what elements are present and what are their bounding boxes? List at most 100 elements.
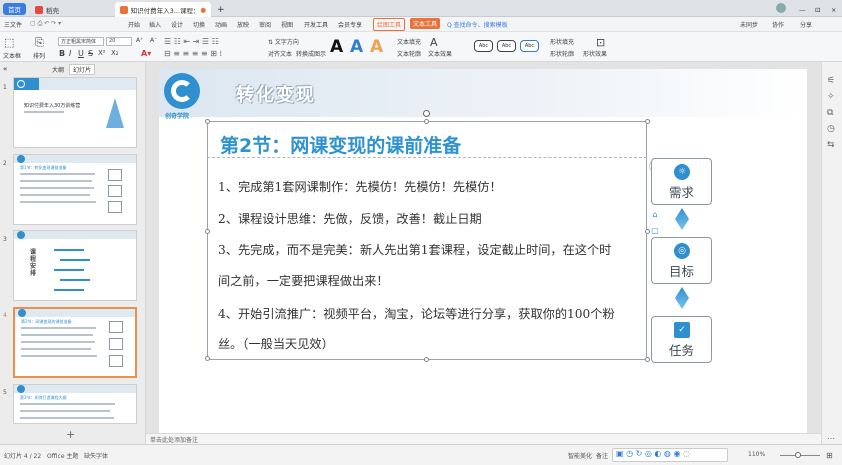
new-tab-button[interactable]: +: [212, 2, 230, 17]
text-direction-button[interactable]: ⇅ 文字方向: [268, 37, 299, 46]
text-effect-icon[interactable]: A: [430, 36, 438, 49]
close-tab-icon[interactable]: ●: [200, 6, 206, 14]
side-box-goal[interactable]: ◎ 目标: [651, 237, 712, 284]
lesson-title[interactable]: 第2节：网课变现的课前准备: [220, 131, 461, 158]
missing-font-button[interactable]: 缺失字体: [84, 451, 108, 460]
shape-outline-button[interactable]: 形状轮廓: [550, 49, 574, 58]
strikethrough-button[interactable]: S: [88, 49, 93, 58]
text-outline-button[interactable]: 文本轮廓: [397, 49, 421, 58]
menu-item-slideshow[interactable]: 放映: [237, 20, 249, 29]
collaborate-button[interactable]: 协作: [772, 20, 784, 29]
more-icon[interactable]: …: [827, 432, 835, 441]
font-shrink-button[interactable]: A⁻: [150, 37, 157, 44]
collapse-panel-button[interactable]: «: [3, 65, 7, 73]
text-style-blue[interactable]: A: [350, 37, 363, 57]
menu-item-view[interactable]: 视图: [281, 20, 293, 29]
text-style-orange[interactable]: A: [370, 37, 383, 57]
side-box-need[interactable]: ☼ 需求: [651, 158, 712, 205]
template-tab[interactable]: 稻壳: [30, 2, 64, 17]
rotate-handle[interactable]: [423, 110, 430, 117]
menu-item-insert[interactable]: 插入: [149, 20, 161, 29]
slide-thumb-5[interactable]: 第3节：如何打造课程大纲: [13, 384, 137, 424]
slide-thumb-4[interactable]: 第2节：网课变现的课前准备: [13, 307, 137, 378]
text-tool-tab[interactable]: 文本工具: [410, 18, 441, 29]
notes-placeholder[interactable]: 单击此处添加备注: [150, 435, 198, 444]
font-name-select[interactable]: 方正粗黑宋简体: [58, 37, 104, 46]
slide-thumb-3[interactable]: 课程安排: [13, 230, 137, 301]
list-icons[interactable]: ☰ ☷ ⇤ ⇥ ☰ ☷: [164, 37, 219, 46]
text-style-black[interactable]: A: [330, 37, 343, 57]
time-icon[interactable]: ◷: [827, 124, 835, 134]
adjust-icon[interactable]: ⚟: [827, 76, 835, 86]
home-tab[interactable]: 首页: [3, 3, 26, 15]
underline-button[interactable]: U: [78, 49, 84, 58]
side-box-task[interactable]: ✓ 任务: [651, 316, 712, 363]
menu-item-transition[interactable]: 切换: [193, 20, 205, 29]
minimize-button[interactable]: —: [794, 2, 811, 17]
add-slide-button[interactable]: +: [66, 428, 75, 441]
document-tab[interactable]: 知识付费年入3...课程：转化变现.pptx●: [115, 2, 211, 17]
body-line-3[interactable]: 3、先完成，而不是完美：新人先出第1套课程，设定截止时间，在这个时: [218, 240, 611, 258]
tab-outline[interactable]: 大纲: [52, 65, 64, 74]
notes-button[interactable]: 备注: [596, 451, 608, 460]
body-line-4[interactable]: 间之前，一定要把课程做出来！: [218, 271, 389, 289]
view-mode-toolbar[interactable]: ▣ ◷ ↻ ◎ ◐ ◍ ◉ ◌: [612, 448, 728, 462]
font-color-icon[interactable]: A▾: [141, 49, 151, 58]
body-line-6[interactable]: 丝。（一般当天见效）: [218, 334, 334, 352]
textbox-button[interactable]: 文本框: [3, 51, 21, 60]
convert-smartart-button[interactable]: 转换成图示: [296, 49, 326, 58]
shape-effect-button[interactable]: 形状效果: [583, 49, 607, 58]
avatar[interactable]: [776, 3, 786, 13]
bold-button[interactable]: B: [59, 49, 65, 58]
format-icon[interactable]: ⧉: [827, 108, 833, 118]
body-line-2[interactable]: 2、课程设计思维：先做，反馈，改善！截止日期: [218, 209, 482, 227]
fit-window-button[interactable]: ⊞: [826, 451, 833, 460]
superscript-button[interactable]: X²: [98, 49, 106, 57]
arrange-icon[interactable]: ⎘: [35, 36, 44, 50]
shape-style-2[interactable]: Abc: [497, 40, 516, 52]
slide[interactable]: 创奇学院 转化变现 第2节：网课变现的课前准备 1、完成第1套网课制作：先模仿！…: [159, 69, 807, 433]
menu-item-review[interactable]: 审阅: [259, 20, 271, 29]
sync-status[interactable]: 未同步: [740, 20, 758, 29]
align-icons[interactable]: ⊟ ≡ ≡ ≡ ≡ ⊞ ⁞: [164, 49, 222, 58]
menu-item-animation[interactable]: 动画: [215, 20, 227, 29]
align-text-button[interactable]: 对齐文本: [268, 49, 292, 58]
crop-icon[interactable]: ▢: [649, 224, 661, 236]
quick-access-icons[interactable]: ▢ ⎙ ↶ ↷ ▾: [30, 20, 61, 28]
font-grow-button[interactable]: A⁺: [136, 37, 143, 44]
maximize-button[interactable]: ⊡: [810, 2, 825, 17]
shape-style-3[interactable]: Abc: [520, 40, 539, 52]
drawing-tool-tab[interactable]: 绘图工具: [373, 18, 406, 31]
zoom-slider-thumb[interactable]: [795, 452, 801, 458]
shape-icon[interactable]: ⌂: [649, 208, 661, 220]
menu-item-design[interactable]: 设计: [171, 20, 183, 29]
file-menu[interactable]: 三文件: [4, 20, 22, 29]
notes-pane[interactable]: 单击此处添加备注: [146, 433, 821, 444]
slide-thumb-1[interactable]: 知识付费年入30万训练营: [13, 77, 137, 148]
magic-icon[interactable]: ✧: [827, 92, 835, 102]
close-button[interactable]: ×: [826, 2, 841, 17]
body-line-5[interactable]: 4、开始引流推广：视频平台，淘宝，论坛等进行分享，获取你的100个粉: [218, 304, 615, 322]
tab-slides[interactable]: 幻灯片: [69, 64, 96, 75]
theme-name[interactable]: Office 主题: [47, 451, 78, 460]
slide-thumb-2[interactable]: 第1节：转化变现课前准备: [13, 154, 137, 225]
menu-item-member[interactable]: 会员专享: [338, 20, 362, 29]
beautify-button[interactable]: 智能美化: [568, 451, 592, 460]
body-line-1[interactable]: 1、完成第1套网课制作：先模仿！先模仿！先模仿！: [218, 177, 502, 195]
command-search[interactable]: Q 查找命令、搜索模板: [447, 20, 508, 29]
text-fill-button[interactable]: 文本填充: [397, 37, 421, 46]
share-button[interactable]: 分享: [800, 20, 812, 29]
menu-item-start[interactable]: 开始: [128, 20, 140, 29]
font-size-select[interactable]: 20: [106, 37, 132, 46]
subscript-button[interactable]: X₂: [111, 49, 119, 57]
share-icon[interactable]: ⇆: [827, 140, 835, 150]
shape-style-1[interactable]: Abc: [474, 40, 493, 52]
format-painter-icon[interactable]: ⊡: [596, 36, 605, 49]
shape-fill-button[interactable]: 形状填充: [550, 37, 574, 46]
textbox-icon[interactable]: ⬚: [4, 36, 14, 49]
text-effect-button[interactable]: 文本效果: [428, 49, 452, 58]
zoom-level[interactable]: 110%: [748, 451, 765, 458]
menu-item-devtools[interactable]: 开发工具: [304, 20, 328, 29]
arrange-button[interactable]: 排列: [33, 51, 45, 60]
italic-button[interactable]: I: [69, 49, 71, 58]
